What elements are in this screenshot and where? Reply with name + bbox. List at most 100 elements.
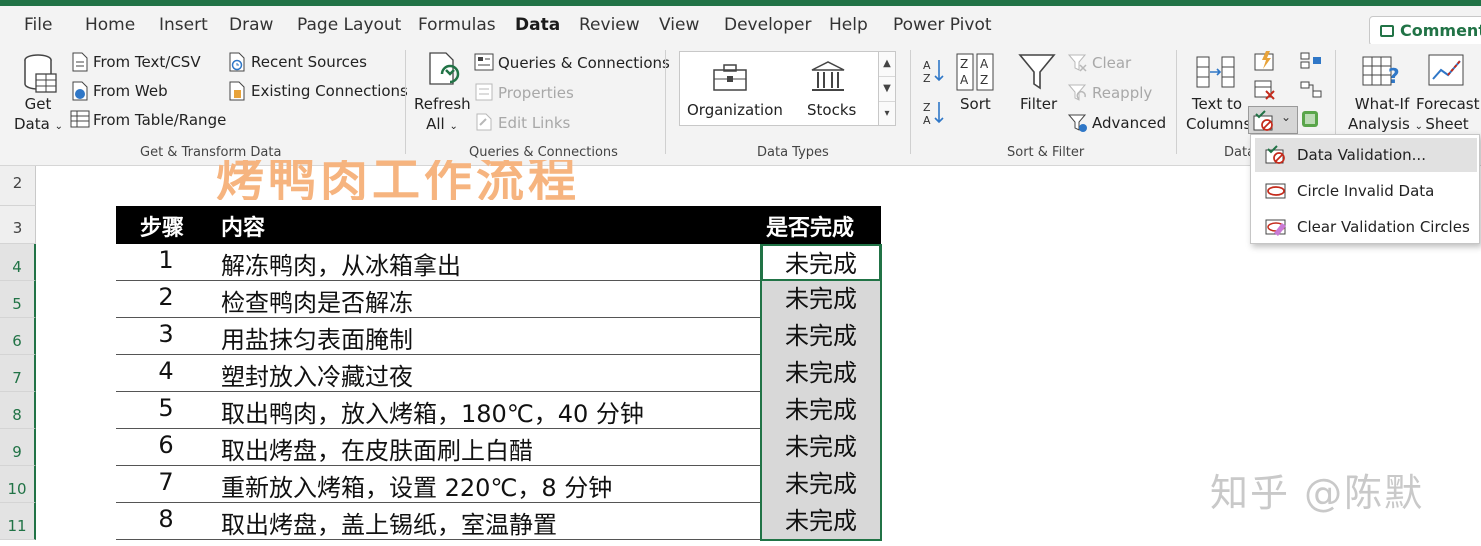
tab-developer[interactable]: Developer <box>724 15 811 35</box>
row-header[interactable]: 4 <box>0 244 36 281</box>
table-row[interactable]: 2 检查鸭肉是否解冻 未完成 <box>116 281 881 318</box>
stocks-icon <box>811 61 845 91</box>
refresh-all-button[interactable]: Refresh All ⌄ <box>414 94 471 137</box>
done-cell[interactable]: 未完成 <box>761 244 881 281</box>
row-header[interactable]: 5 <box>0 281 36 318</box>
menu-bar: File Home Insert Draw Page Layout Formul… <box>0 6 1481 47</box>
get-data-button[interactable]: Get Data ⌄ <box>14 94 63 137</box>
step-cell[interactable]: 5 <box>116 394 216 422</box>
refresh-label-1: Refresh <box>414 95 471 113</box>
table-row[interactable]: 6 取出烤盘，在皮肤面刷上白醋 未完成 <box>116 429 881 466</box>
tab-formulas[interactable]: Formulas <box>418 15 496 35</box>
recent-sources-button[interactable]: Recent Sources <box>251 53 367 71</box>
header-done: 是否完成 <box>766 216 855 241</box>
tab-file[interactable]: File <box>24 15 52 35</box>
done-cell[interactable]: 未完成 <box>761 355 881 392</box>
content-cell[interactable]: 取出鸭肉，放入烤箱，180℃，40 分钟 <box>221 394 644 429</box>
done-cell[interactable]: 未完成 <box>761 503 881 540</box>
row-header[interactable]: 8 <box>0 392 36 429</box>
svg-text:Z: Z <box>960 57 968 71</box>
tab-draw[interactable]: Draw <box>229 15 273 35</box>
row-header[interactable]: 9 <box>0 429 36 466</box>
scroll-up-icon[interactable]: ▲ <box>879 52 895 77</box>
content-cell[interactable]: 塑封放入冷藏过夜 <box>221 357 413 392</box>
row-header[interactable]: 7 <box>0 355 36 392</box>
table-row[interactable]: 7 重新放入烤箱，设置 220℃，8 分钟 未完成 <box>116 466 881 503</box>
step-cell[interactable]: 7 <box>116 468 216 496</box>
reapply-button[interactable]: Reapply <box>1092 84 1152 102</box>
table-row[interactable]: 3 用盐抹匀表面腌制 未完成 <box>116 318 881 355</box>
properties-button[interactable]: Properties <box>498 84 574 102</box>
chevron-down-icon: ⌄ <box>54 121 63 132</box>
tab-home[interactable]: Home <box>85 15 135 35</box>
from-web-button[interactable]: From Web <box>93 82 168 100</box>
tab-view[interactable]: View <box>659 15 699 35</box>
forecast-sheet-icon <box>1428 54 1464 86</box>
tab-power-pivot[interactable]: Power Pivot <box>893 15 992 35</box>
from-table-range-button[interactable]: From Table/Range <box>93 111 226 129</box>
refresh-label-2: All <box>426 115 445 133</box>
menu-item-circle-invalid[interactable]: Circle Invalid Data <box>1255 174 1477 208</box>
row-header[interactable]: 6 <box>0 318 36 355</box>
gallery-expand-icon[interactable]: ▾ <box>879 102 895 127</box>
step-cell[interactable]: 6 <box>116 431 216 459</box>
comments-button[interactable]: Comments <box>1369 16 1481 46</box>
chevron-down-icon[interactable]: ⌄ <box>1281 110 1291 124</box>
content-cell[interactable]: 检查鸭肉是否解冻 <box>221 283 413 318</box>
stocks-button[interactable]: Stocks <box>807 101 856 119</box>
done-cell[interactable]: 未完成 <box>761 466 881 503</box>
done-cell[interactable]: 未完成 <box>761 281 881 318</box>
step-cell[interactable]: 4 <box>116 357 216 385</box>
menu-item-clear-circles[interactable]: Clear Validation Circles <box>1255 210 1477 244</box>
table-icon <box>70 110 90 128</box>
row-header[interactable]: 10 <box>0 466 36 503</box>
step-cell[interactable]: 8 <box>116 505 216 533</box>
advanced-button[interactable]: Advanced <box>1092 114 1166 132</box>
tab-data[interactable]: Data <box>515 15 560 35</box>
gallery-scroll[interactable]: ▲ ▼ ▾ <box>879 51 896 126</box>
sort-az-icon: AZ <box>923 59 944 84</box>
content-cell[interactable]: 重新放入烤箱，设置 220℃，8 分钟 <box>221 468 612 503</box>
filter-button[interactable]: Filter <box>1020 95 1057 113</box>
row-header[interactable]: 11 <box>0 503 36 540</box>
clear-button[interactable]: Clear <box>1092 54 1131 72</box>
content-cell[interactable]: 取出烤盘，在皮肤面刷上白醋 <box>221 431 533 466</box>
what-if-label-1: What-If <box>1354 95 1410 113</box>
tab-help[interactable]: Help <box>829 15 868 35</box>
forecast-sheet-button[interactable]: Forecast Sheet <box>1416 94 1479 134</box>
tab-review[interactable]: Review <box>579 15 640 35</box>
table-row[interactable]: 5 取出鸭肉，放入烤箱，180℃，40 分钟 未完成 <box>116 392 881 429</box>
menu-item-data-validation[interactable]: Data Validation... <box>1255 138 1477 172</box>
done-cell[interactable]: 未完成 <box>761 392 881 429</box>
data-validation-split-button[interactable]: ⌄ <box>1248 106 1298 134</box>
done-cell[interactable]: 未完成 <box>761 429 881 466</box>
organization-button[interactable]: Organization <box>687 101 783 119</box>
what-if-analysis-button[interactable]: What-If Analysis ⌄ <box>1348 94 1423 137</box>
edit-links-button[interactable]: Edit Links <box>498 114 570 132</box>
remove-duplicates-icon <box>1254 80 1275 100</box>
sort-button[interactable]: Sort <box>960 95 991 113</box>
content-cell[interactable]: 取出烤盘，盖上锡纸，室温静置 <box>221 505 557 540</box>
table-row[interactable]: 4 塑封放入冷藏过夜 未完成 <box>116 355 881 392</box>
text-to-columns-button[interactable]: Text to Columns <box>1186 94 1251 134</box>
step-cell[interactable]: 2 <box>116 283 216 311</box>
step-cell[interactable]: 3 <box>116 320 216 348</box>
properties-icon <box>475 83 493 101</box>
text-to-label-1: Text to <box>1191 95 1243 113</box>
queries-connections-button[interactable]: Queries & Connections <box>498 54 670 72</box>
table-row[interactable]: 1 解冻鸭肉，从冰箱拿出 未完成 <box>116 244 881 281</box>
tab-insert[interactable]: Insert <box>159 15 208 35</box>
svg-text:Z: Z <box>923 101 931 114</box>
content-cell[interactable]: 用盐抹匀表面腌制 <box>221 320 413 355</box>
from-text-csv-button[interactable]: From Text/CSV <box>93 53 201 71</box>
row-header[interactable]: 2 <box>0 166 36 206</box>
tab-page-layout[interactable]: Page Layout <box>297 15 401 35</box>
step-cell[interactable]: 1 <box>116 246 216 274</box>
scroll-down-icon[interactable]: ▼ <box>879 77 895 102</box>
existing-connections-button[interactable]: Existing Connections <box>251 82 408 100</box>
content-cell[interactable]: 解冻鸭肉，从冰箱拿出 <box>221 246 461 281</box>
chevron-down-icon: ⌄ <box>449 121 458 132</box>
table-row[interactable]: 8 取出烤盘，盖上锡纸，室温静置 未完成 <box>116 503 881 540</box>
done-cell[interactable]: 未完成 <box>761 318 881 355</box>
row-header[interactable]: 3 <box>0 206 36 244</box>
